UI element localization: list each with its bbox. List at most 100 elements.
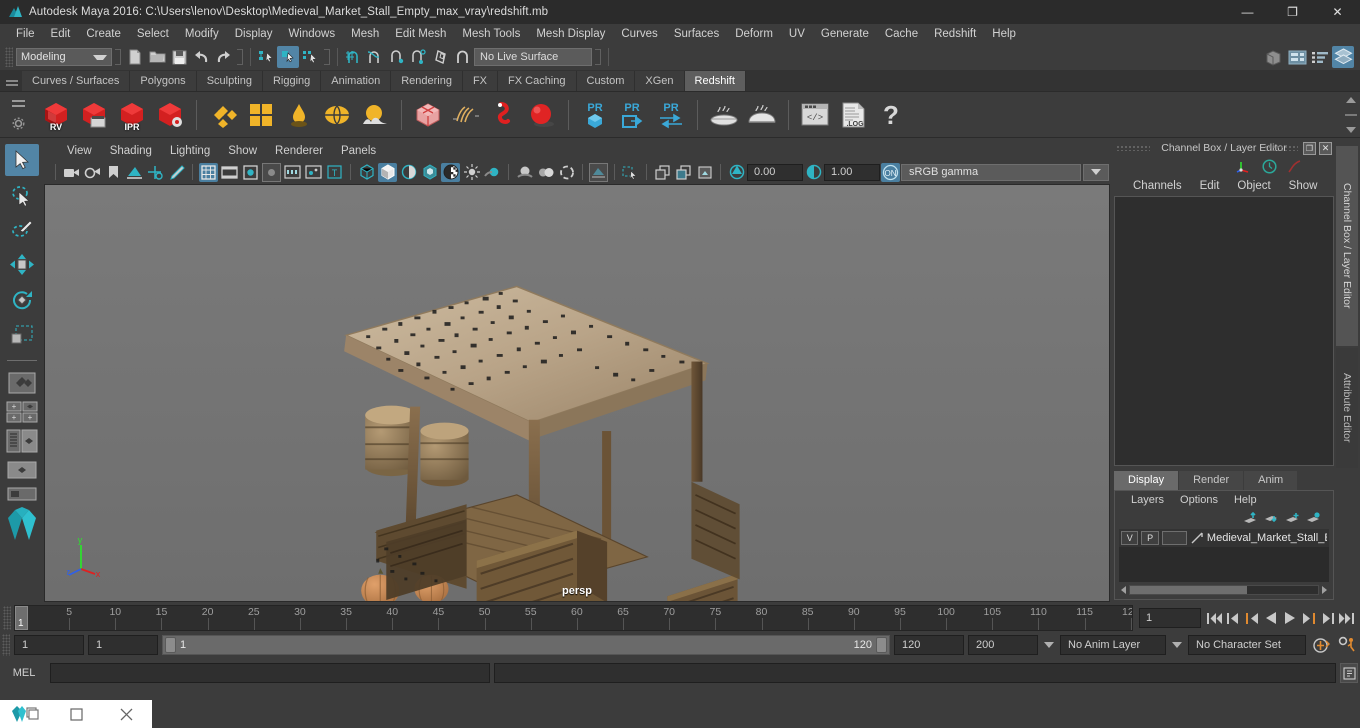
hardware-texturing-icon[interactable] (420, 163, 439, 182)
image-plane-icon[interactable] (125, 163, 144, 182)
exposure-icon[interactable] (727, 163, 746, 182)
film-origin-icon[interactable] (283, 163, 302, 182)
menu-deform[interactable]: Deform (727, 24, 781, 44)
menu-generate[interactable]: Generate (813, 24, 877, 44)
current-frame-field[interactable]: 1 (1139, 608, 1201, 628)
shelf-tab-rigging[interactable]: Rigging (262, 71, 322, 91)
redshift-material-icon[interactable] (205, 96, 241, 134)
snap-to-curve-icon[interactable] (364, 46, 386, 68)
play-backwards-icon[interactable] (1262, 608, 1280, 628)
layer-list[interactable]: V P Medieval_Market_Stall_E (1119, 529, 1329, 582)
menu-mesh-tools[interactable]: Mesh Tools (454, 24, 528, 44)
side-tab-attribute-editor[interactable]: Attribute Editor (1336, 348, 1358, 468)
redshift-render-settings-icon[interactable] (152, 96, 188, 134)
film-gate-icon[interactable] (220, 163, 239, 182)
snap-to-projected-center-icon[interactable] (408, 46, 430, 68)
shelf-grip[interactable] (6, 75, 18, 91)
exposure-value-field[interactable]: 0.00 (747, 163, 803, 181)
move-layer-down-icon[interactable] (1264, 512, 1279, 525)
isolate-select-icon[interactable] (589, 162, 608, 182)
xray-active-icon[interactable] (653, 163, 672, 182)
redshift-environment-icon[interactable] (357, 96, 393, 134)
menu-help[interactable]: Help (984, 24, 1024, 44)
menu-select[interactable]: Select (129, 24, 177, 44)
step-back-keyframe-icon[interactable] (1224, 608, 1242, 628)
clock-icon[interactable] (1262, 158, 1277, 174)
go-to-end-icon[interactable] (1338, 608, 1356, 628)
grease-pencil-icon[interactable] (167, 163, 186, 182)
time-slider[interactable]: 1 5 10 15 20 25 30 35 40 45 50 55 60 65 70 75 80 85 90 95 1… (14, 605, 1133, 631)
command-input-field[interactable] (50, 663, 490, 683)
menu-curves[interactable]: Curves (613, 24, 665, 44)
menu-mesh-display[interactable]: Mesh Display (528, 24, 613, 44)
redo-arrow-icon[interactable] (212, 46, 234, 68)
perspective-viewport[interactable]: y x z persp (44, 184, 1110, 602)
auto-keyframe-icon[interactable] (1310, 637, 1332, 654)
viewport-menu-shading[interactable]: Shading (101, 145, 161, 157)
xray-joints-2-icon[interactable] (674, 163, 693, 182)
viewport-menu-panels[interactable]: Panels (332, 145, 385, 157)
make-live-icon[interactable] (430, 46, 452, 68)
snap-to-point-icon[interactable] (386, 46, 408, 68)
script-editor-icon[interactable] (1340, 663, 1358, 683)
smooth-preview-icon[interactable] (695, 163, 714, 182)
new-layer-icon[interactable] (1285, 512, 1300, 525)
tool-settings-icon[interactable] (1332, 46, 1354, 68)
layer-type-toggle[interactable] (1161, 531, 1187, 545)
menu-redshift[interactable]: Redshift (926, 24, 984, 44)
scale-tool[interactable] (5, 319, 39, 351)
command-language-label[interactable]: MEL (2, 667, 46, 679)
grid-toggle-icon[interactable] (199, 162, 218, 182)
shelf-tab-custom[interactable]: Custom (576, 71, 636, 91)
shelf-tab-polygons[interactable]: Polygons (130, 71, 197, 91)
paint-select-tool[interactable] (5, 214, 39, 246)
show-outliner-icon[interactable] (1263, 46, 1285, 68)
outliner-persp-layout[interactable] (4, 428, 40, 454)
shelf-tab-xgen[interactable]: XGen (635, 71, 685, 91)
viewport-menu-renderer[interactable]: Renderer (266, 145, 332, 157)
select-camera-icon[interactable] (62, 163, 81, 182)
layer-row[interactable]: V P Medieval_Market_Stall_E (1119, 529, 1329, 547)
redshift-script-icon[interactable]: </> (797, 96, 833, 134)
range-right-handle[interactable] (876, 637, 887, 653)
maximize-button[interactable]: ❐ (1270, 0, 1315, 24)
persp-graph-layout[interactable] (4, 457, 40, 483)
viewport-menu-show[interactable]: Show (219, 145, 266, 157)
shadows-icon[interactable] (483, 163, 502, 182)
redshift-bake-all-icon[interactable] (744, 96, 780, 134)
shelf-tab-fx-caching[interactable]: FX Caching (498, 71, 577, 91)
layer-playback-toggle[interactable]: P (1141, 531, 1159, 545)
xray-icon[interactable] (621, 163, 640, 182)
live-surface-field[interactable]: No Live Surface (474, 48, 592, 66)
shelf-tab-curves-surfaces[interactable]: Curves / Surfaces (22, 71, 131, 91)
panel-undock-button[interactable]: ❐ (1303, 142, 1316, 155)
single-perspective-layout[interactable]: + + + (4, 399, 40, 425)
time-cursor[interactable]: 1 (15, 606, 28, 630)
use-default-material-icon[interactable] (441, 162, 460, 182)
smooth-wireframe-icon[interactable] (399, 163, 418, 182)
redshift-pr-transfer-icon[interactable]: PR (653, 96, 689, 134)
lighting-icon[interactable] (462, 163, 481, 182)
options-menu[interactable]: Options (1172, 494, 1226, 506)
lasso-select-tool[interactable] (5, 179, 39, 211)
animation-start-field[interactable]: 1 (14, 635, 84, 655)
bookmark-icon[interactable] (104, 163, 123, 182)
xray-joints-icon[interactable] (304, 163, 323, 182)
redshift-sphere-icon[interactable] (524, 96, 560, 134)
step-forward-frame-icon[interactable] (1300, 608, 1318, 628)
multisample-anti-aliasing-icon[interactable] (557, 163, 576, 182)
side-tab-channel-box[interactable]: Channel Box / Layer Editor (1336, 146, 1358, 346)
move-layer-up-icon[interactable] (1243, 511, 1258, 525)
gate-mask-icon[interactable] (262, 162, 281, 182)
animation-end-field[interactable]: 200 (968, 635, 1038, 655)
channel-box-content[interactable] (1114, 196, 1334, 466)
tab-render[interactable]: Render (1179, 471, 1244, 490)
close-button[interactable]: ✕ (1315, 0, 1360, 24)
color-management-dropdown-arrow[interactable] (1083, 163, 1109, 181)
maximize-square-icon[interactable] (51, 700, 102, 728)
tab-display[interactable]: Display (1114, 471, 1179, 490)
viewport-menu-lighting[interactable]: Lighting (161, 145, 219, 157)
cb-menu-object[interactable]: Object (1228, 180, 1279, 192)
shelf-scroll-arrows[interactable] (1344, 96, 1358, 134)
character-set-dropdown-arrow[interactable] (1170, 641, 1184, 649)
